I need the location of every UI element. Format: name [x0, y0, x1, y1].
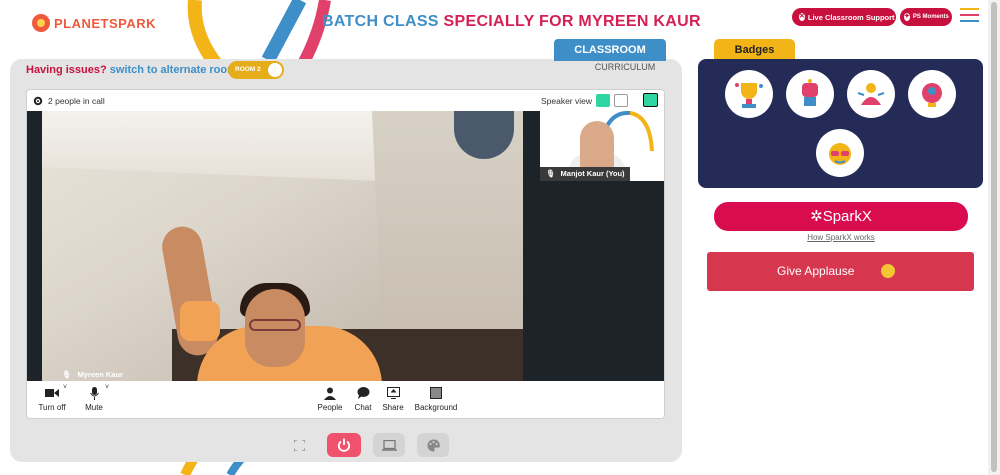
gear-icon[interactable] — [33, 96, 43, 106]
ps-moments-button[interactable]: ✦ PS Moments — [900, 8, 952, 26]
speaker-view-icon[interactable] — [596, 94, 610, 107]
people-count: 2 people in call — [48, 95, 105, 106]
share-label: Share — [382, 403, 404, 412]
video-stage: 🎙 Myreen Kaur 🎙 Manjot Kaur (You) — [27, 111, 664, 381]
title-part-1: BATCH CLASS — [322, 13, 444, 30]
picture-in-picture-icon[interactable] — [643, 93, 658, 107]
clapping-hands-icon — [881, 264, 895, 278]
page-scrollbar[interactable] — [988, 0, 1000, 475]
tab-curriculum[interactable]: CURRICULUM — [570, 62, 680, 72]
live-support-label: Live Classroom Support — [807, 12, 895, 22]
mute-label: Mute — [85, 403, 103, 412]
share-screen-icon — [386, 387, 400, 399]
ps-moments-label: PS Moments — [912, 14, 949, 20]
toggle-knob — [268, 63, 282, 77]
view-switcher: Speaker view — [541, 94, 628, 107]
chevron-down-icon[interactable]: ˅ — [63, 384, 67, 391]
chevron-down-icon[interactable]: ˅ — [105, 384, 109, 391]
laptop-icon — [381, 439, 397, 451]
switch-room-link[interactable]: switch to alternate room — [110, 64, 237, 76]
badges-tab[interactable]: Badges — [714, 39, 795, 61]
main-participant-name: Myreen Kaur — [77, 370, 123, 379]
badges-panel — [698, 59, 983, 188]
sparkx-label: SparkX — [822, 208, 872, 225]
logo-mark-icon — [32, 14, 50, 32]
issues-question: Having issues? — [26, 64, 107, 76]
main-participant-label: 🎙 Myreen Kaur — [62, 370, 123, 379]
page-title: BATCH CLASS SPECIALLY FOR MYREEN KAUR — [322, 13, 701, 31]
view-mode-label: Speaker view — [540, 95, 592, 106]
share-button[interactable]: Share — [379, 386, 407, 412]
room-toggle[interactable]: ROOM 2 — [228, 61, 284, 79]
power-icon — [337, 438, 351, 452]
fullscreen-icon — [293, 439, 305, 451]
grid-view-icon[interactable] — [614, 94, 628, 107]
call-header: 2 people in call Speaker view — [27, 90, 664, 111]
close-circle-icon: ✕ — [799, 13, 805, 21]
chat-label: Chat — [354, 403, 372, 412]
glasses-face-badge-icon[interactable] — [816, 129, 864, 177]
star-icon: ✦ — [904, 13, 910, 21]
planetspark-logo[interactable]: PLANETSPARK — [32, 14, 156, 32]
idea-badge-icon[interactable] — [908, 70, 956, 118]
background-label: Background — [414, 403, 458, 412]
main-participant-video: 🎙 Myreen Kaur — [42, 111, 523, 381]
leave-class-button[interactable] — [327, 433, 361, 457]
chat-button[interactable]: Chat — [349, 386, 377, 412]
people-icon — [324, 387, 336, 400]
classroom-toolbar — [283, 433, 449, 457]
fullscreen-button[interactable] — [283, 433, 315, 457]
background-button[interactable]: Background — [411, 386, 461, 412]
palette-button[interactable] — [417, 433, 449, 457]
issues-banner: Having issues? switch to alternate room — [26, 64, 237, 76]
chat-icon — [357, 387, 369, 399]
mic-icon: 🎙 — [546, 169, 556, 178]
applause-label: Give Applause — [777, 264, 855, 278]
give-applause-button[interactable]: Give Applause — [707, 252, 974, 291]
tab-classroom[interactable]: CLASSROOM — [554, 39, 666, 61]
room-label: ROOM 2 — [235, 66, 261, 73]
call-controls: Turn off ˅ Mute ˅ People Chat Share Back… — [27, 381, 664, 418]
self-participant-name: Manjot Kaur (You) — [560, 169, 625, 178]
palette-icon — [427, 438, 440, 451]
sparkx-star-icon: ✲ — [810, 208, 823, 225]
logo-text: PLANETSPARK — [54, 15, 157, 31]
people-label: People — [317, 403, 343, 412]
self-video-tile[interactable]: 🎙 Manjot Kaur (You) — [540, 111, 664, 181]
background-icon — [430, 387, 442, 399]
people-button[interactable]: People — [315, 386, 345, 412]
sparkle-person-badge-icon[interactable] — [847, 70, 895, 118]
video-camera-icon — [45, 389, 59, 397]
hamburger-menu-icon[interactable] — [960, 8, 979, 24]
microphone-icon — [89, 386, 99, 400]
screen-button[interactable] — [373, 433, 405, 457]
how-sparkx-works-link[interactable]: How SparkX works — [714, 233, 968, 242]
fist-badge-icon[interactable] — [786, 70, 834, 118]
camera-label: Turn off — [38, 403, 66, 412]
live-support-button[interactable]: ✕ Live Classroom Support — [792, 8, 896, 26]
self-participant-label: 🎙 Manjot Kaur (You) — [540, 167, 630, 181]
trophy-badge-icon[interactable] — [725, 70, 773, 118]
video-call-window: 2 people in call Speaker view 🎙 Myreen K… — [26, 89, 665, 419]
title-part-2: SPECIALLY FOR MYREEN KAUR — [443, 13, 701, 30]
sparkx-button[interactable]: ✲SparkX — [714, 202, 968, 231]
mic-icon: 🎙 — [62, 370, 72, 379]
